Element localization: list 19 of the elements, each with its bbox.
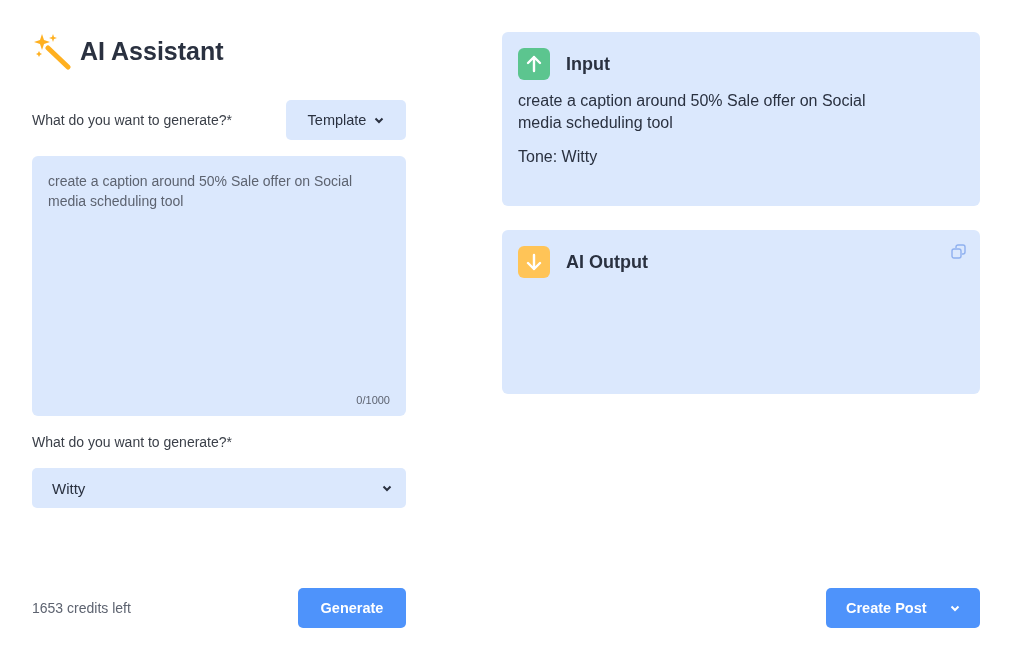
character-counter: 0/1000 [356, 394, 390, 406]
tone-label: What do you want to generate?* [32, 434, 234, 450]
arrow-down-icon [518, 246, 550, 278]
chevron-down-icon [382, 484, 392, 492]
card-title: AI Output [566, 251, 648, 273]
credits-text: 1653 credits left [32, 600, 131, 616]
copy-icon[interactable] [951, 244, 966, 259]
app-title: AI Assistant [80, 36, 224, 66]
chevron-down-icon [374, 116, 385, 124]
card-text: Tone: Witty [518, 147, 599, 167]
arrow-up-icon [518, 48, 550, 80]
template-dropdown[interactable]: Template [286, 100, 406, 140]
generate-button[interactable]: Generate [298, 588, 406, 628]
chevron-down-icon [950, 604, 960, 612]
prompt-label: What do you want to generate?* [32, 112, 233, 128]
card-title: Input [566, 53, 610, 75]
tone-dropdown[interactable]: Witty [32, 468, 406, 508]
card-text: create a caption around 50% Sale offer on Social media scheduling tool [518, 91, 867, 133]
create-post-button[interactable]: Create Post [826, 588, 980, 628]
